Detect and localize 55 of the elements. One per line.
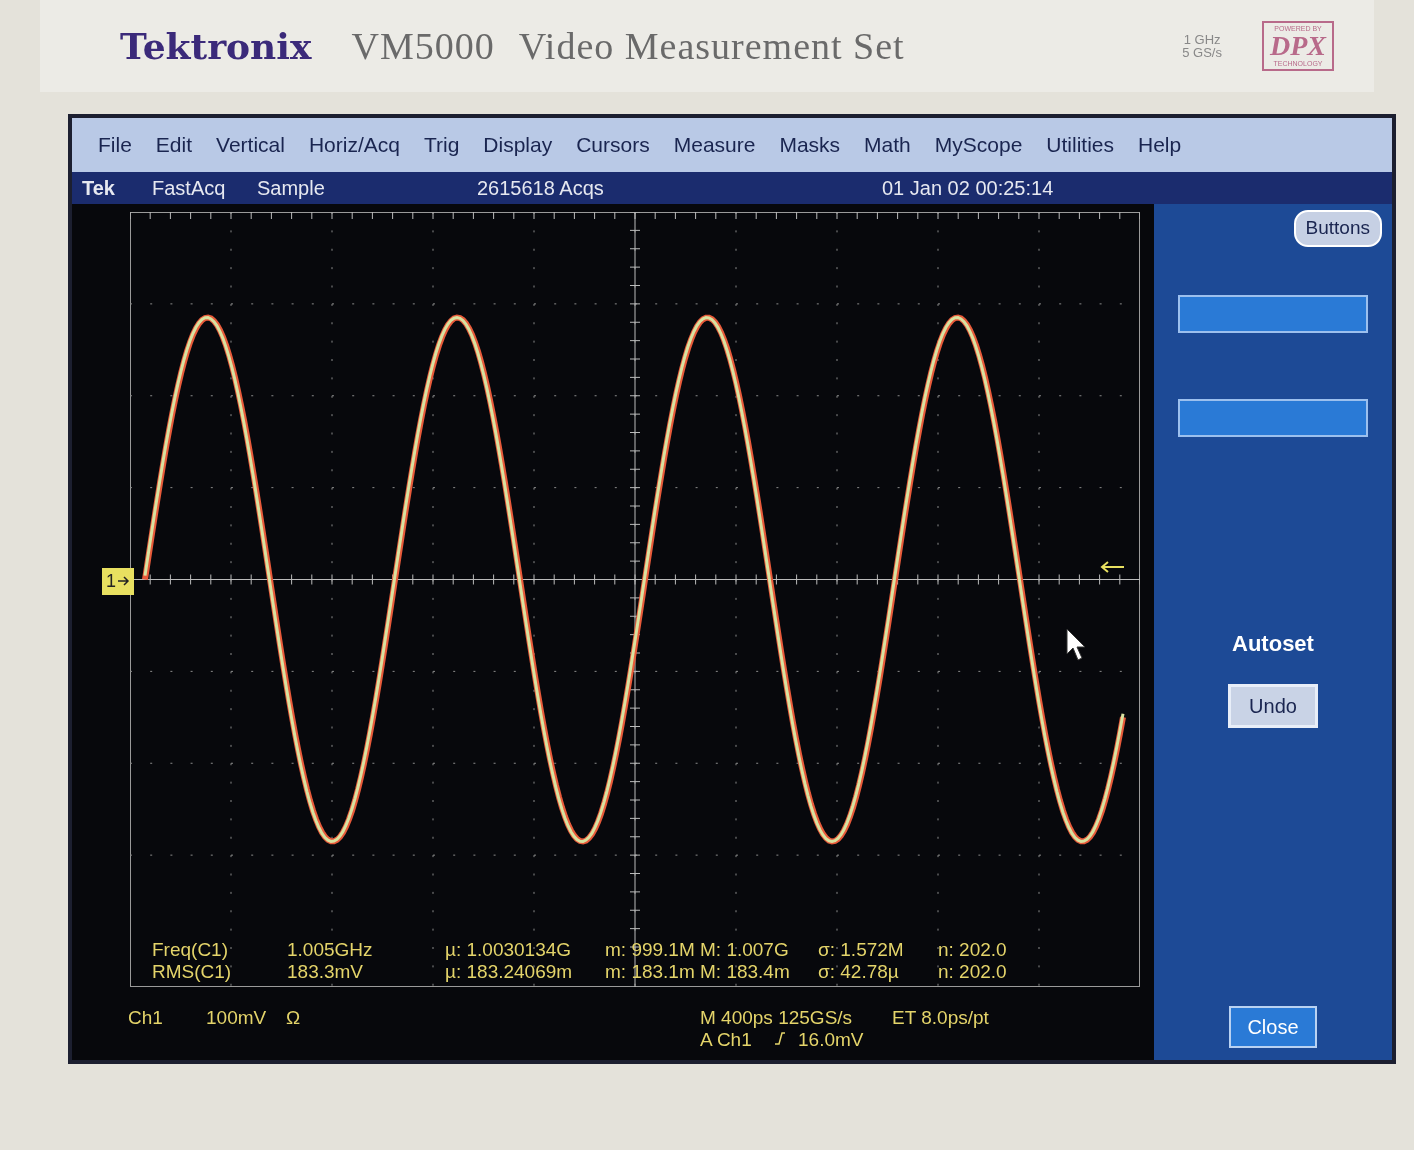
trigger-level: 16.0mV — [798, 1028, 864, 1052]
menu-item[interactable]: Cursors — [564, 129, 662, 161]
acquisition-mode: FastAcq — [152, 176, 227, 201]
measurement-value: 1.005GHz — [287, 939, 374, 961]
tek-label: Tek — [82, 176, 116, 201]
sampling-readout: ET 8.0ps/pt — [892, 1006, 989, 1030]
vertical-scale: 100mV — [206, 1006, 267, 1030]
menu-item[interactable]: Display — [471, 129, 565, 161]
menu-item[interactable]: File — [86, 129, 144, 161]
measurement-value: 183.3mV — [287, 961, 365, 983]
measurement-label: Freq(C1) — [152, 939, 229, 961]
menu-item[interactable]: Masks — [767, 129, 853, 161]
measurement-statistic: M: 1.007G — [700, 939, 790, 961]
spec-text: 1 GHz — [1182, 33, 1222, 46]
close-button[interactable]: Close — [1229, 1006, 1317, 1048]
measurement-statistic: m: 999.1M — [605, 939, 696, 961]
measurement-statistic: m: 183.1m — [605, 961, 696, 983]
menu-item[interactable]: Math — [852, 129, 923, 161]
menu-item[interactable]: Help — [1126, 129, 1194, 161]
measurement-statistic: n: 202.0 — [938, 939, 1008, 961]
trigger-arrow-icon — [1100, 559, 1126, 574]
measurement-statistic: n: 202.0 — [938, 961, 1008, 983]
rising-edge-icon — [774, 1031, 786, 1045]
menu-item[interactable]: Edit — [143, 129, 205, 161]
menu-item[interactable]: Vertical — [204, 129, 297, 161]
measurement-statistic: M: 183.4m — [700, 961, 791, 983]
measurement-label: RMS(C1) — [152, 961, 233, 983]
blank-field[interactable] — [1178, 398, 1368, 437]
channel-label: Ch1 — [128, 1006, 163, 1030]
measurement-statistic: σ: 42.78µ — [818, 961, 900, 983]
model-name: VM5000 — [351, 23, 495, 69]
buttons-tab[interactable]: Buttons — [1293, 210, 1382, 247]
channel-number: 1 — [106, 569, 116, 593]
product-title: Video Measurement Set — [518, 23, 905, 69]
date-time: 01 Jan 02 00:25:14 — [882, 176, 1054, 201]
acquisition-type: Sample — [257, 176, 326, 201]
coupling-symbol: Ω — [286, 1006, 301, 1030]
menu-item[interactable]: Trig — [411, 129, 472, 161]
blank-field[interactable] — [1178, 294, 1368, 333]
menu-item[interactable]: Measure — [661, 129, 768, 161]
trigger-source: A Ch1 — [700, 1028, 752, 1052]
measurement-statistic: µ: 1.0030134G — [445, 939, 573, 961]
spec-text: 5 GS/s — [1182, 46, 1222, 59]
measurement-statistic: µ: 183.24069m — [445, 961, 574, 983]
menu-item[interactable]: Horiz/Acq — [296, 129, 412, 161]
menu-item[interactable]: Utilities — [1034, 129, 1126, 161]
acquisition-count: 2615618 Acqs — [477, 176, 605, 201]
menu-item[interactable]: MyScope — [922, 129, 1035, 161]
arrow-icon — [118, 576, 130, 586]
autoset-heading: Autoset — [1232, 629, 1314, 658]
brand-logo: Tektronix — [120, 24, 312, 69]
mouse-pointer-icon — [1066, 628, 1088, 662]
undo-button[interactable]: Undo — [1228, 683, 1318, 728]
measurement-statistic: σ: 1.572M — [818, 939, 905, 961]
timebase-readout: M 400ps 125GS/s — [700, 1006, 853, 1030]
